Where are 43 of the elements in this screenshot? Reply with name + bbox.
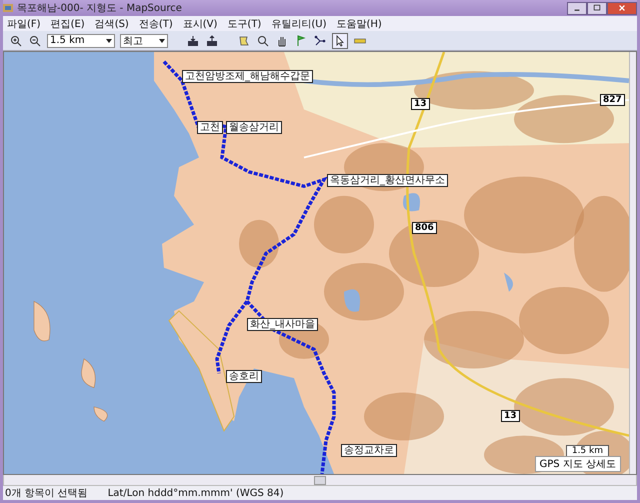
menu-item[interactable]: 도움말(H): [336, 16, 382, 30]
maximize-button[interactable]: [587, 2, 607, 14]
zoom-in-icon[interactable]: [9, 34, 23, 48]
menu-item[interactable]: 표시(V): [182, 16, 218, 30]
menu-item[interactable]: 파일(F): [7, 16, 41, 30]
receive-icon[interactable]: [186, 34, 200, 48]
menu-item[interactable]: 전송(T): [138, 16, 173, 30]
road-number: 806: [412, 222, 437, 234]
horizontal-scrollbar[interactable]: [3, 475, 637, 486]
zoom-out-icon[interactable]: [28, 34, 42, 48]
map-app-icon: [3, 3, 13, 13]
caret-icon: [106, 38, 112, 42]
waypoint-label[interactable]: 월송삼거리: [226, 121, 282, 134]
zoom-tool-icon[interactable]: [256, 34, 270, 48]
menu-item[interactable]: 도구(T): [227, 16, 262, 30]
minimize-button[interactable]: [567, 2, 587, 14]
maximize-icon: [593, 4, 601, 12]
road-number: 13: [501, 410, 520, 422]
waypoint-label[interactable]: 고천: [197, 121, 223, 134]
waypoint-label[interactable]: 고천암방조제_해남해수갑문: [182, 70, 313, 83]
send-icon[interactable]: [205, 34, 219, 48]
waypoint-label[interactable]: 송호리: [226, 370, 262, 383]
selection-status: 0개 항목이 선택됨: [5, 487, 88, 500]
window-title: 목포해남-000- 지형도 - MapSource: [17, 2, 183, 15]
vertical-scrollbar[interactable]: [629, 52, 636, 474]
route-tool-icon[interactable]: [313, 34, 327, 48]
waypoint-label[interactable]: 송정교차로: [341, 444, 397, 457]
pointer-icon[interactable]: [332, 32, 348, 48]
map-product-label: GPS 지도 상세도: [534, 456, 621, 472]
caret-icon: [159, 38, 165, 42]
menu-item[interactable]: 편집(E): [50, 16, 85, 30]
close-icon: [618, 4, 626, 12]
waypoint-label[interactable]: 옥동삼거리_황산면사무소: [327, 174, 448, 187]
road-number: 13: [411, 98, 430, 110]
close-button[interactable]: [607, 2, 637, 14]
coordinate-format-status: Lat/Lon hddd°mm.mmm' (WGS 84): [108, 488, 284, 498]
menu-item[interactable]: 검색(S): [94, 16, 129, 30]
menu-item[interactable]: 유틸리티(U): [271, 16, 326, 30]
waypoint-label[interactable]: 화산_내사마을: [247, 318, 318, 331]
detail-dropdown[interactable]: 최고: [120, 34, 168, 48]
scale-dropdown[interactable]: 1.5 km: [47, 34, 115, 48]
road-number: 827: [600, 94, 625, 106]
map-tool-icon[interactable]: [237, 34, 251, 48]
